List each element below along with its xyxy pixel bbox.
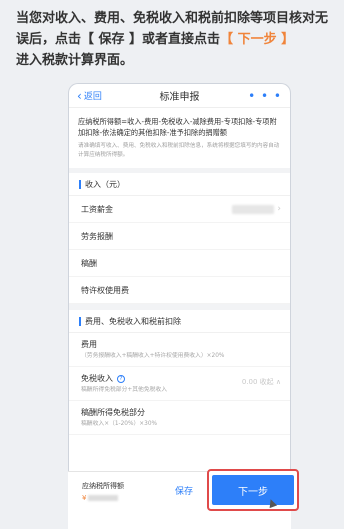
royalty-exempt-item[interactable]: 稿酬所得免税部分 稿酬收入×（1-20%）×30%: [69, 401, 290, 435]
exempt-value-toggle[interactable]: 0.00 收起 ∧: [242, 377, 281, 387]
income-row-salary[interactable]: 工资薪金 ›: [69, 196, 290, 223]
royalty-exempt-label: 稿酬所得免税部分: [81, 408, 145, 417]
help-icon[interactable]: ?: [117, 374, 125, 383]
taxable-income-label: 应纳税所得额: [82, 482, 124, 490]
instruction-part2: 进入税款计算界面。: [16, 53, 134, 68]
save-button[interactable]: 保存: [175, 484, 193, 497]
income-row-label: 劳务报酬: [81, 231, 113, 241]
blurred-value: [232, 204, 275, 214]
chevron-left-icon: ‹: [77, 88, 82, 103]
exempt-formula: 稿酬所得免税部分+其他免税收入: [81, 387, 168, 393]
income-row-label: 特许权使用费: [81, 285, 129, 295]
next-step-button[interactable]: 下一步: [212, 475, 294, 505]
instruction-highlight: 【 下一步 】: [220, 32, 295, 47]
chevron-right-icon: ›: [277, 204, 281, 214]
blurred-amount: [88, 495, 119, 501]
income-row-labor[interactable]: 劳务报酬: [69, 223, 290, 250]
deduction-section-title: 费用、免税收入和税前扣除: [85, 316, 181, 326]
expense-label: 费用: [81, 340, 97, 349]
taxable-income-amount: ¥: [82, 494, 119, 502]
exempt-item[interactable]: 免税收入 ? 稿酬所得免税部分+其他免税收入 0.00 收起 ∧: [69, 367, 290, 401]
note-text: 请准确填写收入、费用、免税收入和税前扣除信息，系统将根据您填写的内容自动计算应纳…: [69, 140, 290, 173]
next-step-callout: 下一步: [207, 469, 299, 511]
section-marker: [79, 316, 81, 326]
section-marker: [79, 179, 81, 189]
income-row-author[interactable]: 稿酬: [69, 250, 290, 277]
deduction-section-header: 费用、免税收入和税前扣除: [69, 310, 290, 333]
nav-bar: ‹ 返回 标准申报 • • •: [69, 84, 290, 108]
royalty-exempt-formula: 稿酬收入×（1-20%）×30%: [81, 421, 158, 427]
income-row-label: 工资薪金: [81, 204, 113, 214]
more-icon[interactable]: • • •: [242, 89, 282, 103]
phone-screen: ‹ 返回 标准申报 • • • 应纳税所得额=收入-费用-免税收入-减除费用-专…: [68, 83, 291, 529]
formula-text: 应纳税所得额=收入-费用-免税收入-减除费用-专项扣除-专项附加扣除-依法确定的…: [78, 117, 277, 137]
page-title: 标准申报: [159, 92, 200, 103]
income-row-label: 稿酬: [81, 258, 97, 268]
expense-formula: （劳务报酬收入+稿酬收入+特许权使用费收入）×20%: [81, 353, 225, 359]
exempt-label: 免税收入: [81, 374, 113, 383]
back-label: 返回: [83, 92, 102, 102]
income-section-title: 收入（元）: [85, 179, 125, 189]
currency-symbol: ¥: [82, 494, 87, 502]
back-button[interactable]: ‹ 返回: [77, 88, 117, 103]
expense-item[interactable]: 费用 （劳务报酬收入+稿酬收入+特许权使用费收入）×20%: [69, 333, 290, 367]
income-row-royalty[interactable]: 特许权使用费: [69, 277, 290, 304]
income-section-header: 收入（元）: [69, 173, 290, 196]
instruction-text: 当您对收入、费用、免税收入和税前扣除等项目核对无误后，点击【 保存 】或者直接点…: [16, 8, 332, 71]
